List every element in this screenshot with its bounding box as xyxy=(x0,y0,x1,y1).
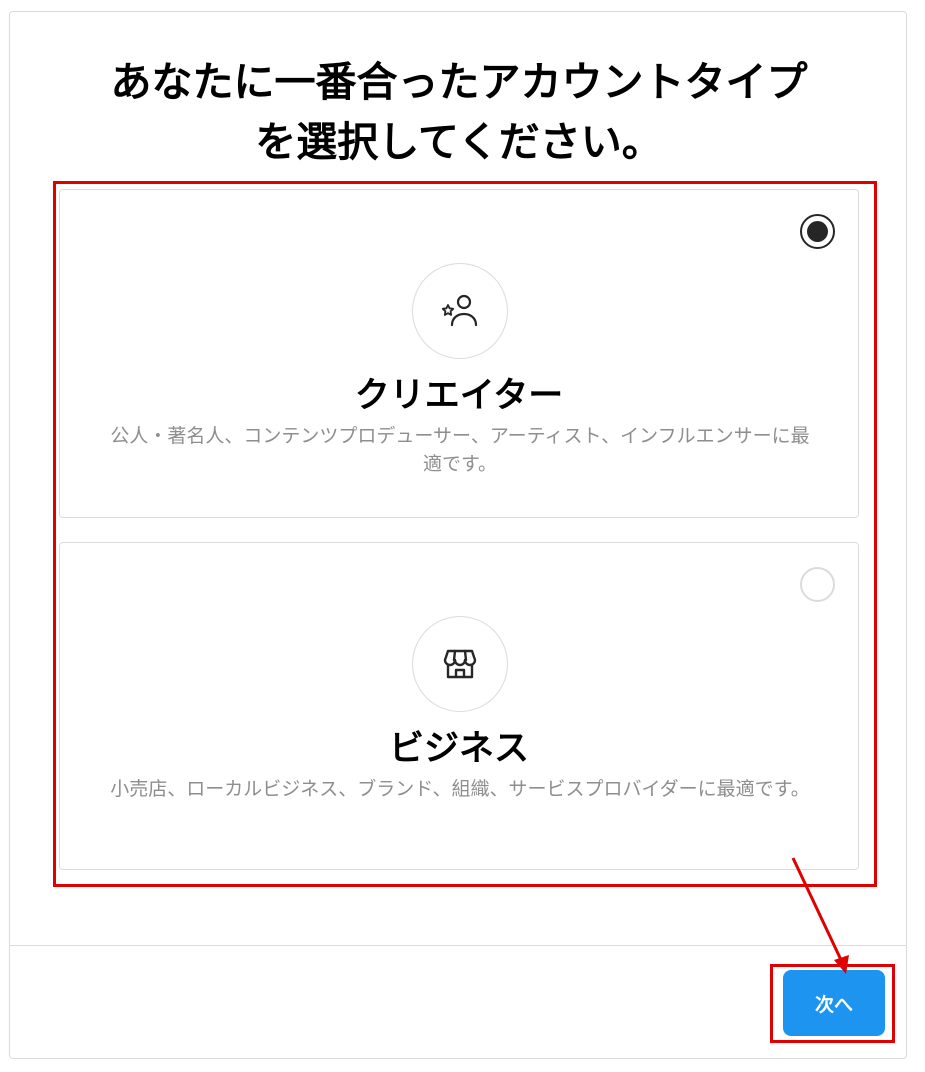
options-annotation-box xyxy=(53,181,877,887)
page-title: あなたに一番合ったアカウントタイプ を選択してください。 xyxy=(10,52,908,172)
next-button-annotation-box xyxy=(770,964,895,1043)
page-title-line-2: を選択してください。 xyxy=(255,118,663,166)
page-title-line-1: あなたに一番合ったアカウントタイプ xyxy=(110,58,808,106)
footer-divider xyxy=(10,945,906,946)
